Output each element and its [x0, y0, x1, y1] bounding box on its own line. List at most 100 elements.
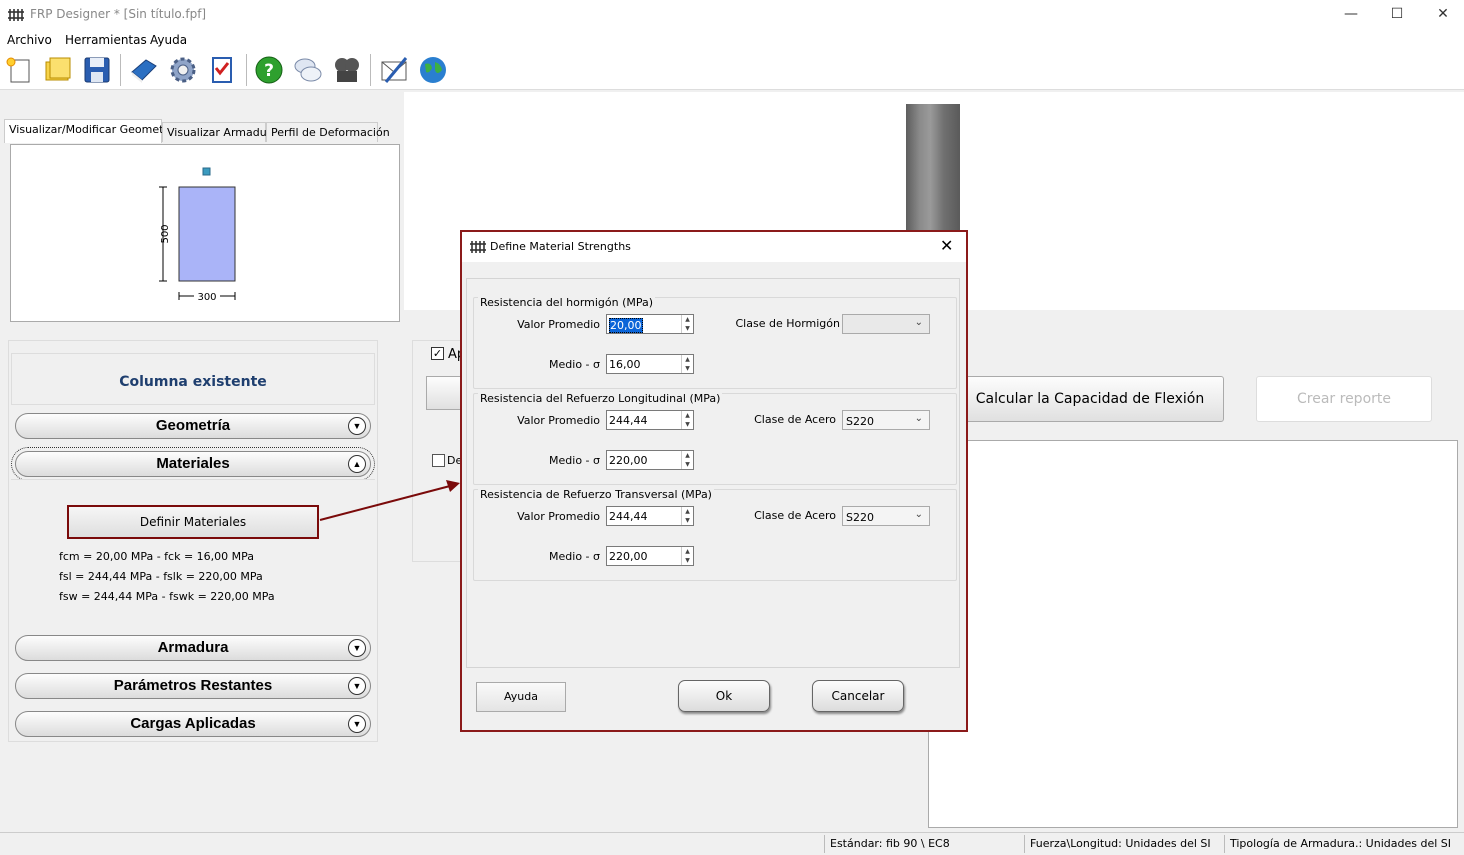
- rebar-marker: [202, 167, 211, 176]
- toolbar-separator: [370, 54, 371, 86]
- accordion-materiales-label: Materiales: [156, 455, 230, 472]
- settings-gear-icon[interactable]: [167, 54, 199, 86]
- app-logo-icon: [470, 241, 486, 253]
- dialog-title: Define Material Strengths: [490, 240, 631, 253]
- window-title: FRP Designer * [Sin título.fpf]: [30, 7, 207, 21]
- spinner-arrows-icon[interactable]: ▲ ▼: [681, 315, 693, 333]
- spinner-arrows-icon[interactable]: ▲ ▼: [681, 507, 693, 525]
- concrete-mean-value: 20,00: [609, 318, 643, 333]
- accordion-parametros-restantes[interactable]: Parámetros Restantes ▼: [15, 673, 371, 699]
- tab-visualizar-geometria[interactable]: Visualizar/Modificar Geometría: [4, 119, 178, 143]
- medio-sigma-label: Medio - σ: [549, 550, 600, 563]
- accordion-armadura[interactable]: Armadura ▼: [15, 635, 371, 661]
- status-separator: [824, 835, 825, 853]
- menu-bar: Archivo Herramientas Ayuda: [0, 30, 1464, 50]
- trans-steel-char-input[interactable]: 220,00 ▲ ▼: [606, 546, 694, 566]
- geometry-canvas: 500 300: [10, 144, 400, 322]
- group-transversal-title: Resistencia de Refuerzo Transversal (MPa…: [478, 488, 714, 501]
- maximize-button[interactable]: ☐: [1374, 0, 1420, 30]
- tab-visualizar-armadura[interactable]: Visualizar Armadura: [162, 122, 278, 142]
- chevron-down-icon[interactable]: ▼: [348, 417, 366, 435]
- spinner-arrows-icon[interactable]: ▲ ▼: [681, 355, 693, 373]
- email-icon[interactable]: [378, 54, 410, 86]
- column-section: [178, 186, 236, 282]
- menu-ayuda[interactable]: Ayuda: [150, 33, 187, 47]
- annotation-arrow: [319, 480, 460, 521]
- medio-sigma-label: Medio - σ: [549, 454, 600, 467]
- chevron-down-icon[interactable]: ▼: [348, 715, 366, 733]
- accordion-geometria-label: Geometría: [155, 417, 231, 434]
- clase-acero-long-select[interactable]: S220 ⌄: [842, 410, 930, 430]
- valor-promedio-label: Valor Promedio: [517, 510, 600, 523]
- clase-acero-trans-select[interactable]: S220 ⌄: [842, 506, 930, 526]
- chevron-down-icon: ⌄: [914, 317, 923, 328]
- close-icon[interactable]: ✕: [940, 236, 953, 255]
- concrete-char-input[interactable]: 16,00 ▲ ▼: [606, 354, 694, 374]
- option-checkbox[interactable]: [432, 454, 445, 467]
- long-steel-char-input[interactable]: 220,00 ▲ ▼: [606, 450, 694, 470]
- toolbar-separator: [246, 54, 247, 86]
- tab-perfil-deformacion[interactable]: Perfil de Deformación: [266, 122, 390, 142]
- group-hormigon-title: Resistencia del hormigón (MPa): [478, 296, 656, 309]
- clase-acero-long-value: S220: [846, 415, 874, 428]
- trans-steel-mean-value: 244,44: [609, 510, 648, 523]
- long-steel-mean-input[interactable]: 244,44 ▲ ▼: [606, 410, 694, 430]
- save-icon[interactable]: [81, 54, 113, 86]
- results-output: [928, 440, 1458, 828]
- minimize-button[interactable]: —: [1328, 0, 1374, 30]
- chevron-down-icon[interactable]: ▼: [348, 677, 366, 695]
- accordion-parametros-label: Parámetros Restantes: [113, 677, 273, 694]
- concrete-mean-input[interactable]: 20,00 ▲ ▼: [606, 314, 694, 334]
- accordion-geometria[interactable]: Geometría ▼: [15, 413, 371, 439]
- definir-materiales-button[interactable]: Definir Materiales: [67, 505, 319, 539]
- ayuda-button[interactable]: Ayuda: [476, 682, 566, 712]
- chat-icon[interactable]: [292, 54, 324, 86]
- clase-acero-trans-value: S220: [846, 511, 874, 524]
- long-steel-char-value: 220,00: [609, 454, 648, 467]
- book-icon[interactable]: [128, 54, 160, 86]
- accordion-cargas-label: Cargas Aplicadas: [130, 715, 256, 732]
- spinner-arrows-icon[interactable]: ▲ ▼: [681, 411, 693, 429]
- ok-button[interactable]: Ok: [678, 680, 770, 712]
- chevron-up-icon[interactable]: ▲: [348, 455, 366, 473]
- svg-text:?: ?: [264, 61, 274, 81]
- checklist-icon[interactable]: [206, 54, 238, 86]
- valor-promedio-label: Valor Promedio: [517, 414, 600, 427]
- cancel-button[interactable]: Cancelar: [812, 680, 904, 712]
- globe-icon[interactable]: [417, 54, 449, 86]
- title-bar: FRP Designer * [Sin título.fpf] — ☐ ✕: [0, 0, 1464, 30]
- status-separator: [1224, 835, 1225, 853]
- help-icon[interactable]: ?: [253, 54, 285, 86]
- trans-steel-char-value: 220,00: [609, 550, 648, 563]
- option-checkbox-checked[interactable]: ✓: [431, 347, 444, 360]
- close-button[interactable]: ✕: [1420, 0, 1464, 30]
- spinner-arrows-icon[interactable]: ▲ ▼: [681, 547, 693, 565]
- menu-herramientas[interactable]: Herramientas: [65, 33, 147, 47]
- concrete-strength-summary: fcm = 20,00 MPa - fck = 16,00 MPa: [59, 550, 255, 563]
- status-separator: [1024, 835, 1025, 853]
- dialog-title-bar: Define Material Strengths ✕: [462, 232, 966, 262]
- group-refuerzo-transversal: Resistencia de Refuerzo Transversal (MPa…: [473, 488, 957, 581]
- accordion-materiales[interactable]: Materiales ▲: [11, 447, 375, 481]
- status-units: Fuerza\Longitud: Unidades del SI: [1030, 837, 1211, 850]
- clase-acero-label: Clase de Acero: [754, 413, 836, 426]
- toolbar-separator: [120, 54, 121, 86]
- dialog-body: Resistencia del hormigón (MPa) Valor Pro…: [466, 278, 960, 668]
- clase-hormigon-select[interactable]: ⌄: [842, 314, 930, 334]
- menu-archivo[interactable]: Archivo: [7, 33, 52, 47]
- element-title: Columna existente: [11, 353, 375, 405]
- concrete-char-value: 16,00: [609, 358, 641, 371]
- crear-reporte-button[interactable]: Crear reporte: [1256, 376, 1432, 422]
- longitudinal-steel-summary: fsl = 244,44 MPa - fslk = 220,00 MPa: [59, 570, 263, 583]
- accordion-cargas-aplicadas[interactable]: Cargas Aplicadas ▼: [15, 711, 371, 737]
- toolbar: ?: [0, 50, 1464, 90]
- new-file-icon[interactable]: [3, 54, 35, 86]
- open-folder-icon[interactable]: [42, 54, 74, 86]
- chevron-down-icon[interactable]: ▼: [348, 639, 366, 657]
- video-reel-icon[interactable]: [331, 54, 363, 86]
- calcular-capacidad-button[interactable]: Calcular la Capacidad de Flexión: [956, 376, 1224, 422]
- material-strengths-dialog: Define Material Strengths ✕ Resistencia …: [460, 230, 968, 732]
- spinner-arrows-icon[interactable]: ▲ ▼: [681, 451, 693, 469]
- width-dimension-label: 300: [197, 292, 216, 303]
- trans-steel-mean-input[interactable]: 244,44 ▲ ▼: [606, 506, 694, 526]
